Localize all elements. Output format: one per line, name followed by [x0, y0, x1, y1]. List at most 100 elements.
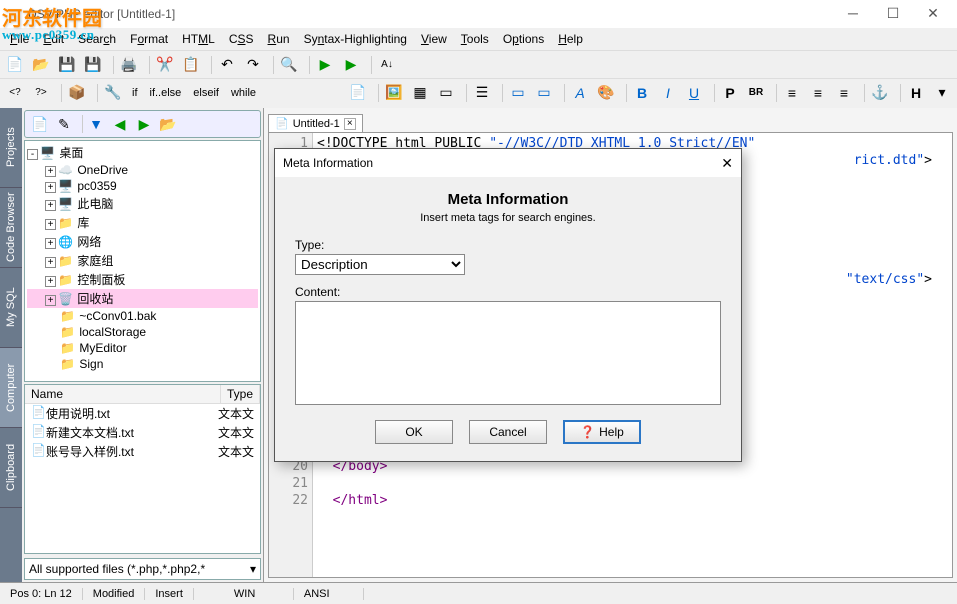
p-icon[interactable]: P	[719, 82, 741, 104]
forward-icon[interactable]: ▶	[133, 113, 155, 135]
menu-options[interactable]: Options	[497, 30, 550, 48]
tree-item[interactable]: pc0359	[77, 179, 116, 193]
redo-icon[interactable]: ↷	[242, 54, 264, 76]
file-row[interactable]: 📄 使用说明.txt文本文	[25, 404, 260, 423]
menu-run[interactable]: Run	[262, 30, 296, 48]
ok-button[interactable]: OK	[375, 420, 453, 444]
minimize-button[interactable]: ─	[833, 0, 873, 26]
menu-css[interactable]: CSS	[223, 30, 260, 48]
menu-help[interactable]: Help	[552, 30, 589, 48]
separator	[206, 56, 212, 74]
maximize-button[interactable]: ☐	[873, 0, 913, 26]
underline-icon[interactable]: U	[683, 82, 705, 104]
tree-item[interactable]: Sign	[79, 357, 103, 371]
tree-item[interactable]: 家庭组	[77, 254, 113, 268]
sidetab-clipboard[interactable]: Clipboard	[0, 428, 22, 508]
watermark-url: www.pc0359.cn	[2, 27, 102, 43]
open-icon[interactable]: 📂	[30, 54, 52, 76]
color-icon[interactable]: 🎨	[595, 82, 617, 104]
editor-tab[interactable]: 📄 Untitled-1 ×	[268, 114, 363, 132]
search-icon[interactable]: 🔍	[278, 54, 300, 76]
sidetab-projects[interactable]: Projects	[0, 108, 22, 188]
menu-html[interactable]: HTML	[176, 30, 221, 48]
snippet-if[interactable]: if	[128, 82, 142, 104]
type-select[interactable]: Description	[295, 254, 465, 275]
tree-item[interactable]: 控制面板	[77, 273, 125, 287]
php-tag2-icon[interactable]: ?>	[30, 82, 52, 104]
menu-syntax[interactable]: Syntax-Highlighting	[298, 30, 413, 48]
align-right-icon[interactable]: ≡	[833, 82, 855, 104]
file-filter[interactable]: All supported files (*.php,*.php2,* ▾	[24, 558, 261, 580]
menu-format[interactable]: Format	[124, 30, 174, 48]
help-button[interactable]: ❓Help	[563, 420, 641, 444]
table-icon[interactable]: ▦	[409, 82, 431, 104]
tree-item[interactable]: 回收站	[77, 292, 113, 306]
up-icon[interactable]: 📂	[157, 113, 179, 135]
tree-item[interactable]: 网络	[77, 235, 101, 249]
sidetab-computer[interactable]: Computer	[0, 348, 22, 428]
snippet-while[interactable]: while	[227, 82, 260, 104]
separator	[56, 84, 62, 102]
run-icon[interactable]: ▶	[314, 54, 336, 76]
bold-icon[interactable]: B	[631, 82, 653, 104]
italic-icon[interactable]: I	[657, 82, 679, 104]
align-left-icon[interactable]: ≡	[781, 82, 803, 104]
cancel-button[interactable]: Cancel	[469, 420, 547, 444]
tree-new-icon[interactable]: 📄	[29, 113, 51, 135]
br-icon[interactable]: BR	[745, 82, 767, 104]
heading-icon[interactable]: H	[905, 82, 927, 104]
tree-item[interactable]: 此电脑	[77, 197, 113, 211]
copy-icon[interactable]: 📋	[180, 54, 202, 76]
div-icon[interactable]: ▭	[507, 82, 529, 104]
more-icon[interactable]: ▾	[931, 82, 953, 104]
filter-icon[interactable]: ▼	[85, 113, 107, 135]
file-row[interactable]: 📄 账号导入样例.txt文本文	[25, 442, 260, 461]
tree-item[interactable]: ~cConv01.bak	[79, 309, 156, 323]
tree-root[interactable]: 桌面	[59, 146, 83, 160]
form-icon[interactable]: ▭	[435, 82, 457, 104]
html-new-icon[interactable]: 📄	[347, 82, 369, 104]
tree-item[interactable]: MyEditor	[79, 341, 126, 355]
status-modified: Modified	[83, 588, 146, 600]
anchor-icon[interactable]: ⚓	[869, 82, 891, 104]
sidetab-code-browser[interactable]: Code Browser	[0, 188, 22, 268]
snippet-icon[interactable]: 📦	[66, 82, 88, 104]
debug-icon[interactable]: ▶	[340, 54, 362, 76]
file-row[interactable]: 📄 新建文本文档.txt文本文	[25, 423, 260, 442]
image-icon[interactable]: 🖼️	[383, 82, 405, 104]
save-icon[interactable]: 💾	[56, 54, 78, 76]
status-pos: Pos 0: Ln 12	[0, 588, 83, 600]
align-center-icon[interactable]: ≡	[807, 82, 829, 104]
var-icon[interactable]: 🔧	[102, 82, 124, 104]
span-icon[interactable]: ▭	[533, 82, 555, 104]
font-icon[interactable]: A	[569, 82, 591, 104]
php-tag-icon[interactable]: <?	[4, 82, 26, 104]
new-file-icon[interactable]: 📄	[4, 54, 26, 76]
menu-tools[interactable]: Tools	[455, 30, 495, 48]
list-icon[interactable]: ☰	[471, 82, 493, 104]
tidy-icon[interactable]: A↓	[376, 54, 398, 76]
tree-edit-icon[interactable]: ✎	[53, 113, 75, 135]
snippet-ifelse[interactable]: if..else	[146, 82, 186, 104]
dialog-close-icon[interactable]: ✕	[721, 155, 733, 172]
save-all-icon[interactable]: 💾	[82, 54, 104, 76]
menu-view[interactable]: View	[415, 30, 453, 48]
tree-item[interactable]: OneDrive	[77, 163, 128, 177]
back-icon[interactable]: ◀	[109, 113, 131, 135]
tree-item[interactable]: 库	[77, 216, 89, 230]
sidetab-mysql[interactable]: My SQL	[0, 268, 22, 348]
snippet-elseif[interactable]: elseif	[189, 82, 223, 104]
close-button[interactable]: ✕	[913, 0, 953, 26]
toolbar-2: <? ?> 📦 🔧 if if..else elseif while 📄 🖼️ …	[0, 78, 957, 106]
tab-close-icon[interactable]: ×	[344, 118, 356, 130]
print-icon[interactable]: 🖨️	[118, 54, 140, 76]
tree-item[interactable]: localStorage	[79, 325, 146, 339]
content-textarea[interactable]	[295, 301, 721, 405]
help-icon: ❓	[580, 425, 595, 439]
col-type[interactable]: Type	[221, 385, 260, 403]
col-name[interactable]: Name	[25, 385, 221, 403]
undo-icon[interactable]: ↶	[216, 54, 238, 76]
folder-tree[interactable]: - 桌面 + OneDrive + pc0359 + 此电脑 + 库 + 网络 …	[24, 140, 261, 382]
cut-icon[interactable]: ✂️	[154, 54, 176, 76]
dialog-heading: Meta Information	[295, 191, 721, 208]
